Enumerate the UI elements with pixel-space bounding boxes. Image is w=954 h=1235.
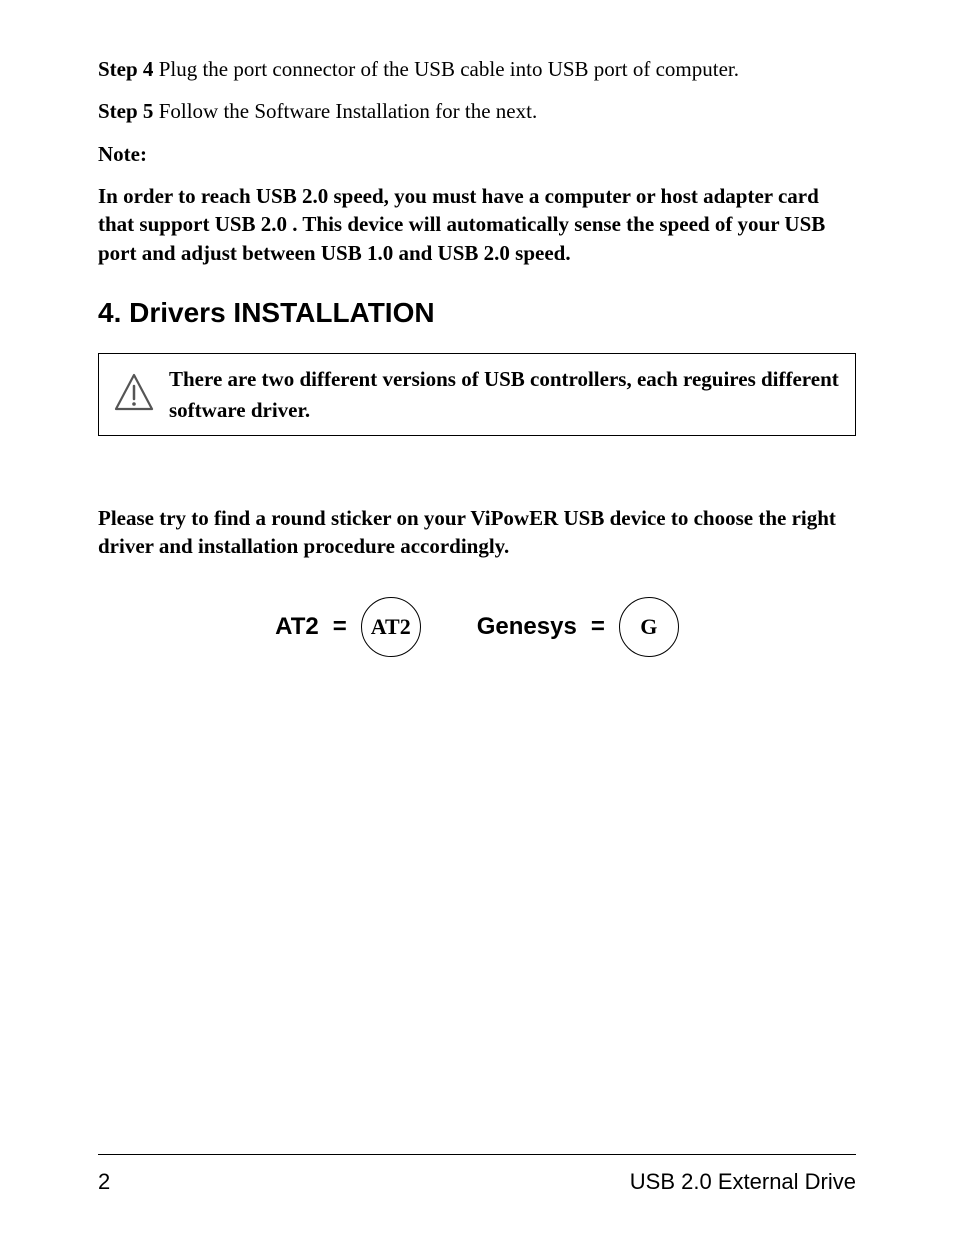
note-body: In order to reach USB 2.0 speed, you mus… <box>98 182 856 267</box>
section-heading: 4. Drivers INSTALLATION <box>98 297 856 329</box>
equals-sign: = <box>591 613 605 641</box>
page-footer: 2 USB 2.0 External Drive <box>98 1154 856 1195</box>
equals-sign: = <box>333 613 347 641</box>
step-4: Step 4 Plug the port connector of the US… <box>98 55 856 83</box>
step-5-text: Follow the Software Installation for the… <box>153 99 537 123</box>
sticker-at2-label: AT2 <box>275 613 319 641</box>
step-4-text: Plug the port connector of the USB cable… <box>153 57 739 81</box>
sticker-circle-genesys: G <box>619 597 679 657</box>
sticker-circle-at2: AT2 <box>361 597 421 657</box>
warning-icon <box>113 372 155 417</box>
footer-title: USB 2.0 External Drive <box>630 1169 856 1195</box>
sticker-group-genesys: Genesys = G <box>477 597 679 657</box>
spacer <box>98 446 856 504</box>
content-area: Step 4 Plug the port connector of the US… <box>98 55 856 1154</box>
sticker-group-at2: AT2 = AT2 <box>275 597 421 657</box>
step-5-label: Step 5 <box>98 99 153 123</box>
sticker-genesys-label: Genesys <box>477 613 577 641</box>
page-number: 2 <box>98 1169 110 1195</box>
step-4-label: Step 4 <box>98 57 153 81</box>
sticker-instruction: Please try to find a round sticker on yo… <box>98 504 856 561</box>
sticker-row: AT2 = AT2 Genesys = G <box>98 597 856 657</box>
document-page: Step 4 Plug the port connector of the US… <box>0 0 954 1235</box>
step-5: Step 5 Follow the Software Installation … <box>98 97 856 125</box>
callout-text: There are two different versions of USB … <box>169 364 841 425</box>
warning-callout: There are two different versions of USB … <box>98 353 856 436</box>
note-label: Note: <box>98 140 856 168</box>
